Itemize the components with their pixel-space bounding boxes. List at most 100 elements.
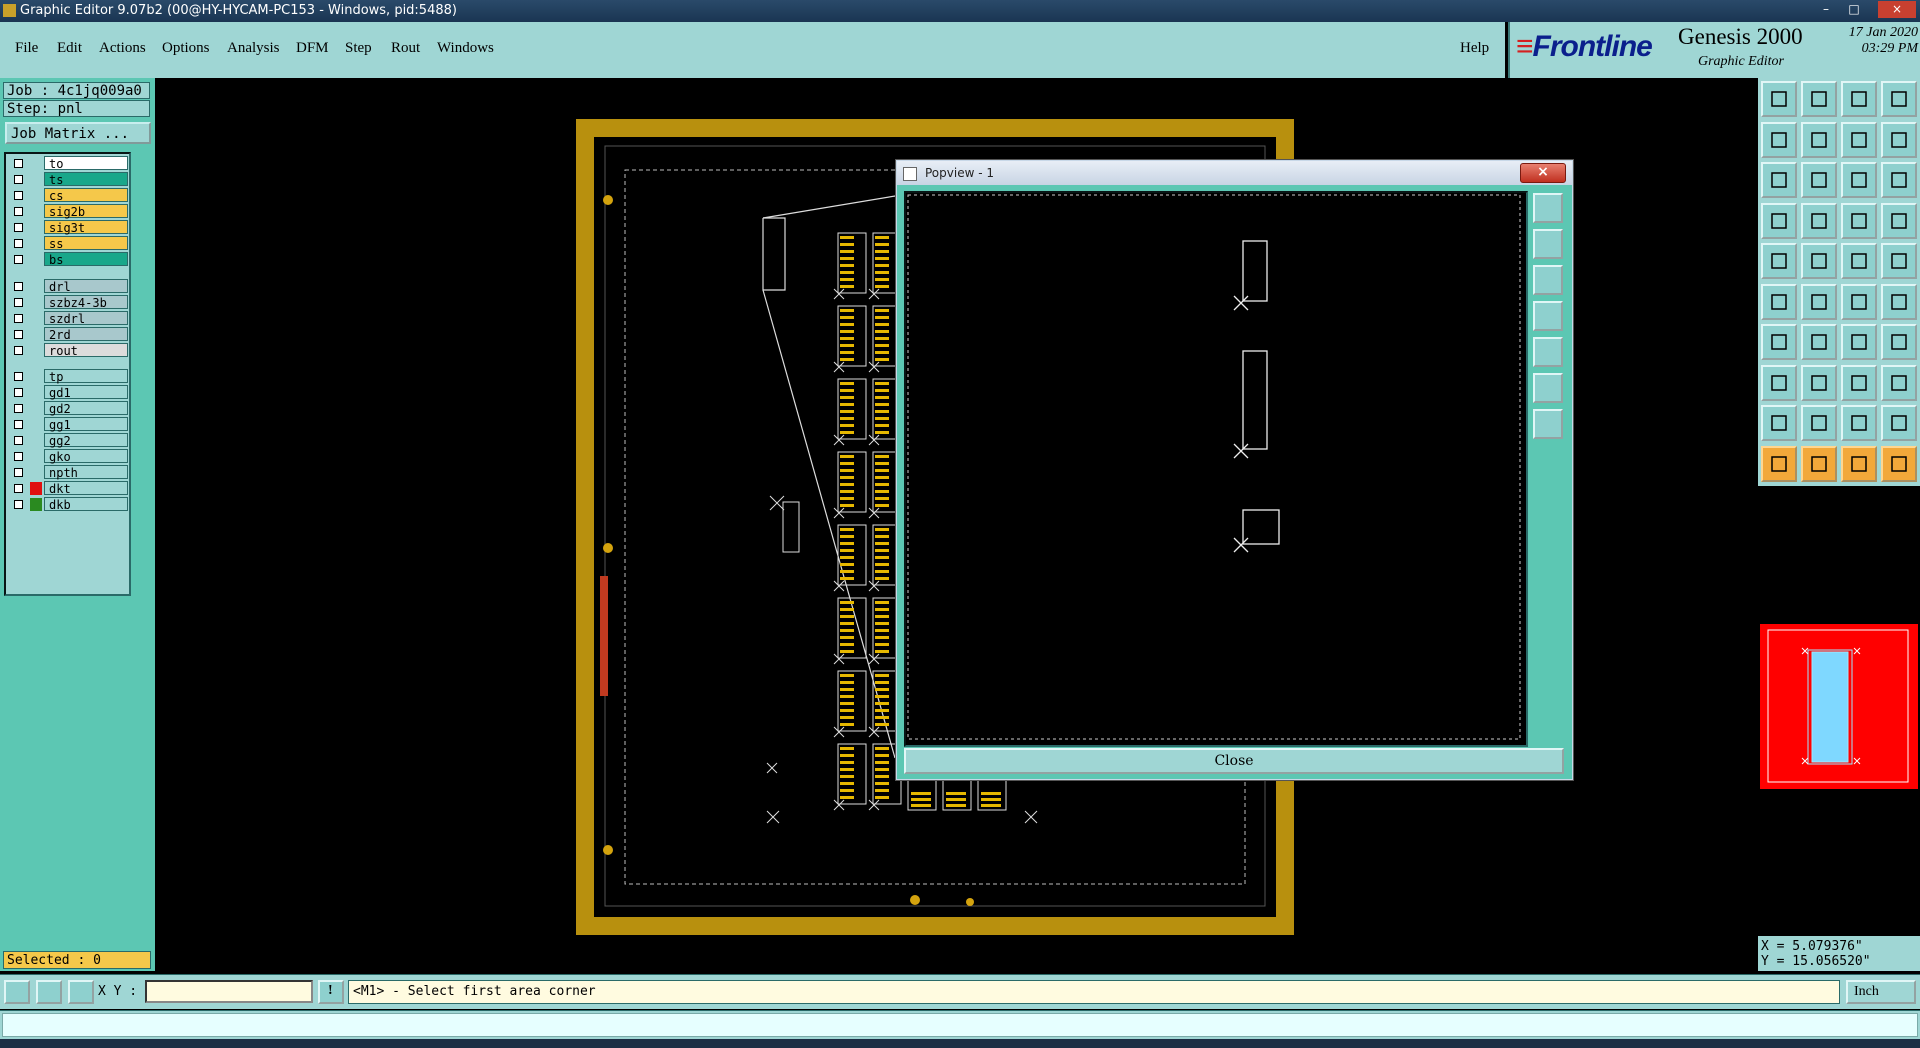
- tool-move-layer-button[interactable]: [1801, 81, 1837, 117]
- tool-arc-button[interactable]: [1841, 324, 1877, 360]
- menu-file[interactable]: File: [15, 40, 38, 57]
- layer-name[interactable]: npth: [44, 465, 128, 480]
- layer-checkbox[interactable]: [14, 484, 23, 493]
- tool-triangle-a-button[interactable]: [1761, 405, 1797, 441]
- layer-name[interactable]: rout: [44, 342, 128, 358]
- menu-actions[interactable]: Actions: [99, 40, 146, 57]
- layer-checkbox[interactable]: [14, 404, 23, 413]
- layer-checkbox[interactable]: [14, 372, 23, 381]
- tool-ruler-button[interactable]: [1841, 243, 1877, 279]
- layer-checkbox[interactable]: [14, 420, 23, 429]
- layer-checkbox[interactable]: [14, 207, 23, 216]
- layer-row[interactable]: 2rd: [8, 326, 128, 342]
- layer-checkbox[interactable]: [14, 239, 23, 248]
- tool-select-c-button[interactable]: [1841, 445, 1877, 482]
- layer-name[interactable]: gg2: [44, 433, 128, 448]
- menu-windows[interactable]: Windows: [437, 40, 494, 57]
- tool-shape-button[interactable]: [1881, 364, 1917, 401]
- tool-select-b-button[interactable]: [1801, 445, 1837, 482]
- layer-row[interactable]: sig3t: [8, 220, 128, 235]
- layer-row[interactable]: gd1: [8, 385, 128, 400]
- layer-row[interactable]: szdrl: [8, 310, 128, 326]
- layer-row[interactable]: tp: [8, 369, 128, 384]
- tool-snap-edge-button[interactable]: [1801, 243, 1837, 279]
- layer-row[interactable]: gg1: [8, 417, 128, 432]
- popview-title-bar[interactable]: Popview - 1 ×: [897, 161, 1572, 185]
- layer-name[interactable]: dkb: [44, 497, 128, 512]
- layer-row[interactable]: cs: [8, 188, 128, 203]
- layer-name[interactable]: bs: [44, 252, 128, 267]
- layer-name[interactable]: ss: [44, 236, 128, 251]
- unit-selector[interactable]: Inch: [1846, 980, 1916, 1004]
- popview-canvas[interactable]: [904, 191, 1528, 747]
- layer-name[interactable]: szdrl: [44, 310, 128, 326]
- layer-checkbox[interactable]: [14, 452, 23, 461]
- layer-name[interactable]: dkt: [44, 481, 128, 496]
- tool-home-view-button[interactable]: [1841, 81, 1877, 117]
- layer-name[interactable]: gko: [44, 449, 128, 464]
- tool-resize-button[interactable]: [1841, 364, 1877, 401]
- popview-x-button[interactable]: ×: [1520, 163, 1566, 183]
- tool-triangle-d-button[interactable]: [1881, 405, 1917, 441]
- tool-triangle-c-button[interactable]: [1841, 405, 1877, 441]
- tool-flip-button[interactable]: [1881, 121, 1917, 158]
- measure-mode-button[interactable]: [36, 980, 62, 1004]
- tool-mirror-button[interactable]: [1841, 121, 1877, 158]
- snap-mode-button[interactable]: [4, 980, 30, 1004]
- layer-row[interactable]: dkb: [8, 497, 128, 512]
- layer-checkbox[interactable]: [14, 191, 23, 200]
- menu-rout[interactable]: Rout: [391, 40, 420, 57]
- tool-link-b-button[interactable]: [1881, 283, 1917, 320]
- tool-help-button[interactable]: [1881, 162, 1917, 198]
- tool-copy-layer-button[interactable]: [1761, 81, 1797, 117]
- tool-text-size-button[interactable]: [1881, 324, 1917, 360]
- menu-analysis[interactable]: Analysis: [227, 40, 280, 57]
- layer-name[interactable]: tp: [44, 369, 128, 384]
- layer-checkbox[interactable]: [14, 159, 23, 168]
- tool-snap-point-button[interactable]: [1761, 243, 1797, 279]
- layer-checkbox[interactable]: [14, 345, 23, 355]
- layer-checkbox[interactable]: [14, 313, 23, 323]
- layer-row[interactable]: gg2: [8, 433, 128, 448]
- layer-row[interactable]: ts: [8, 172, 128, 187]
- popview-pan-left-button[interactable]: [1533, 301, 1563, 331]
- layer-row[interactable]: gko: [8, 449, 128, 464]
- tool-measure-button[interactable]: [1761, 202, 1797, 239]
- layer-name[interactable]: gd1: [44, 385, 128, 400]
- layer-name[interactable]: cs: [44, 188, 128, 203]
- layer-checkbox[interactable]: [14, 329, 23, 339]
- layer-row[interactable]: gd2: [8, 401, 128, 416]
- layer-name[interactable]: drl: [44, 278, 128, 294]
- layer-row[interactable]: drl: [8, 278, 128, 294]
- job-matrix-button[interactable]: Job Matrix ...: [5, 122, 151, 144]
- info-button[interactable]: !: [318, 980, 344, 1004]
- layer-checkbox[interactable]: [14, 281, 23, 291]
- layer-row[interactable]: sig2b: [8, 204, 128, 219]
- tool-connect-button[interactable]: [1761, 283, 1797, 320]
- popview-close-button[interactable]: Close: [904, 748, 1564, 774]
- popview-pan-down-button[interactable]: [1533, 265, 1563, 295]
- tool-cross-button[interactable]: [1801, 283, 1837, 320]
- tool-zoom-fit-button[interactable]: [1761, 162, 1797, 198]
- popview-zoom-out-button[interactable]: [1533, 409, 1563, 439]
- menu-options[interactable]: Options: [162, 40, 210, 57]
- layer-name[interactable]: gg1: [44, 417, 128, 432]
- layer-checkbox[interactable]: [14, 255, 23, 264]
- layer-row[interactable]: to: [8, 156, 128, 171]
- layer-name[interactable]: to: [44, 156, 128, 171]
- popview-pan-up-button[interactable]: [1533, 229, 1563, 259]
- layer-name[interactable]: 2rd: [44, 326, 128, 342]
- tool-pan-right-button[interactable]: [1801, 121, 1837, 158]
- close-window-button[interactable]: ×: [1878, 1, 1916, 18]
- tool-scale-1-2-button[interactable]: [1841, 162, 1877, 198]
- popview-pan-right-button[interactable]: [1533, 337, 1563, 367]
- menu-step[interactable]: Step: [345, 40, 372, 57]
- tool-grid-button[interactable]: [1801, 202, 1837, 239]
- layer-row[interactable]: rout: [8, 342, 128, 358]
- layer-row[interactable]: szbz4-3b: [8, 294, 128, 310]
- tool-link-a-button[interactable]: [1841, 283, 1877, 320]
- menu-dfm[interactable]: DFM: [296, 40, 329, 57]
- tool-line-add-button[interactable]: [1801, 364, 1837, 401]
- tool-line-b-button[interactable]: [1801, 324, 1837, 360]
- tool-zoom-step-button[interactable]: [1801, 162, 1837, 198]
